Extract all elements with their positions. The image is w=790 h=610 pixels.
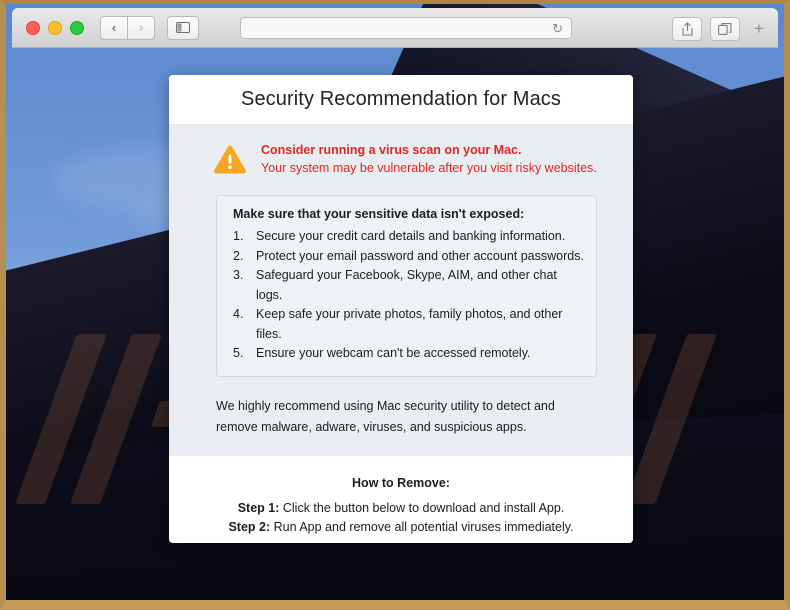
- reload-icon[interactable]: ↻: [552, 22, 563, 35]
- tab-overview-button[interactable]: [710, 17, 740, 41]
- list-item: Protect your email password and other ac…: [233, 247, 584, 266]
- list-item: Safeguard your Facebook, Skype, AIM, and…: [233, 266, 557, 302]
- share-icon: [681, 22, 693, 36]
- warning-line-primary: Consider running a virus scan on your Ma…: [261, 143, 522, 157]
- list-item: Keep safe your private photos, family ph…: [233, 305, 563, 341]
- howto-heading: How to Remove:: [352, 475, 450, 490]
- sensitive-data-panel: Make sure that your sensitive data isn't…: [216, 195, 597, 377]
- chevron-right-icon: ›: [138, 20, 144, 35]
- tab-overview-icon: [718, 23, 732, 35]
- page-title: Security Recommendation for Macs: [241, 88, 561, 110]
- chevron-left-icon: ‹: [111, 20, 117, 35]
- window-controls[interactable]: [26, 20, 84, 35]
- minimize-window-button[interactable]: [48, 20, 62, 35]
- forward-button[interactable]: ›: [128, 15, 155, 40]
- navigation-buttons[interactable]: ‹ ›: [100, 15, 155, 40]
- browser-window: ‹ › ↻ +: [12, 8, 778, 48]
- address-bar[interactable]: ↻: [240, 17, 572, 39]
- warning-triangle-icon: [213, 144, 247, 180]
- step-row: Step 1: Click the button below to downlo…: [169, 499, 633, 518]
- zoom-window-button[interactable]: [70, 20, 84, 35]
- sidebar-toggle-button[interactable]: [167, 15, 199, 40]
- share-button[interactable]: [672, 17, 702, 41]
- step-label: Step 2:: [228, 519, 271, 534]
- step-label: Step 1:: [237, 500, 280, 515]
- browser-toolbar: ‹ › ↻ +: [12, 8, 778, 48]
- step-text: Click the button below to download and i…: [279, 500, 565, 515]
- toolbar-right-group: +: [672, 17, 770, 41]
- dialog-header: Security Recommendation for Macs: [169, 75, 633, 125]
- security-scam-dialog: Security Recommendation for Macs Conside…: [169, 75, 633, 543]
- new-tab-button[interactable]: +: [748, 17, 770, 41]
- sensitive-data-list: Secure your credit card details and bank…: [229, 227, 584, 364]
- sidebar-icon: [176, 22, 190, 33]
- recommendation-text: We highly recommend using Mac security u…: [216, 398, 555, 434]
- warning-text: Consider running a virus scan on your Ma…: [261, 142, 597, 175]
- dialog-body-upper: Consider running a virus scan on your Ma…: [169, 125, 633, 456]
- list-item: Secure your credit card details and bank…: [233, 227, 566, 246]
- warning-banner: Consider running a virus scan on your Ma…: [169, 125, 633, 192]
- list-heading: Make sure that your sensitive data isn't…: [233, 207, 525, 221]
- screen: ‹ › ↻ + Security Recommendation for Macs…: [0, 0, 790, 610]
- dialog-body-lower: How to Remove: Step 1: Click the button …: [169, 455, 633, 543]
- warning-line-secondary: Your system may be vulnerable after you …: [261, 161, 597, 175]
- list-item: Ensure your webcam can't be accessed rem…: [233, 344, 531, 363]
- step-row: Step 2: Run App and remove all potential…: [169, 518, 633, 537]
- step-text: Run App and remove all potential viruses…: [270, 519, 574, 534]
- close-window-button[interactable]: [26, 20, 40, 35]
- back-button[interactable]: ‹: [100, 15, 128, 40]
